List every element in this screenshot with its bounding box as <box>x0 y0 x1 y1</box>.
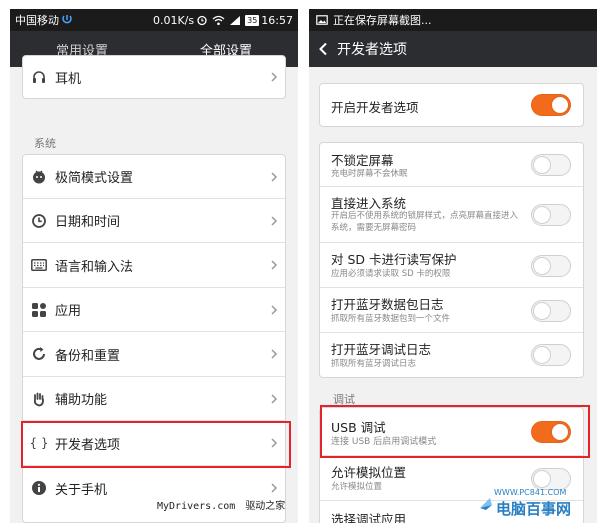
developer-options-header: 开发者选项 <box>309 31 597 67</box>
page-title: 开发者选项 <box>337 42 407 58</box>
settings-item-label: 备份和重置 <box>55 348 121 364</box>
chevron-right-icon <box>263 259 285 271</box>
chevron-right-icon <box>263 71 285 83</box>
setting-title: 不锁定屏幕 <box>331 153 394 168</box>
screenshot-icon <box>316 15 328 25</box>
toggle-mock-location[interactable] <box>531 468 571 490</box>
back-arrow-icon[interactable] <box>309 42 337 56</box>
toggle-knob <box>533 257 551 275</box>
wifi-icon <box>212 15 225 26</box>
toggle-knob <box>533 346 551 364</box>
setting-title: 打开蓝牙调试日志 <box>331 342 432 357</box>
toggle-knob <box>533 156 551 174</box>
settings-item-label: 辅助功能 <box>55 393 108 408</box>
saving-screenshot-text: 正在保存屏幕截图... <box>333 14 432 27</box>
setting-description: 允许模拟位置 <box>331 482 383 492</box>
setting-description: 应用必须请求读取 SD 卡的权限 <box>331 269 451 279</box>
signal-icon <box>61 14 73 26</box>
pc841-logo-icon <box>478 496 494 512</box>
settings-item-label: 应用 <box>55 304 82 319</box>
setting-stay-awake: 不锁定屏幕 充电时屏幕不会休眠 <box>320 143 583 187</box>
apps-icon <box>23 302 55 318</box>
toggle-knob <box>533 206 551 224</box>
settings-item-accessibility[interactable]: 辅助功能 <box>23 377 285 421</box>
status-bar: 正在保存屏幕截图... <box>309 9 597 31</box>
status-bar: 中国移动 0.01K/s 35 16:57 <box>10 9 298 31</box>
toggle-direct-boot[interactable] <box>531 204 571 226</box>
toggle-bluetooth-debug-log[interactable] <box>531 344 571 366</box>
setting-title: 对 SD 卡进行读写保护 <box>331 252 457 267</box>
setting-description: 充电时屏幕不会休眠 <box>331 169 408 179</box>
enable-developer-card: 开启开发者选项 <box>319 83 584 127</box>
cell-signal-icon <box>229 15 241 26</box>
network-speed: 0.01K/s <box>152 13 195 27</box>
settings-item-language-input[interactable]: 语言和输入法 <box>23 243 285 288</box>
toggle-knob <box>551 96 569 114</box>
settings-item-date-time[interactable]: 日期和时间 <box>23 199 285 243</box>
settings-item-simple-mode[interactable]: 极简模式设置 <box>23 155 285 199</box>
setting-direct-boot: 直接进入系统 开启后不使用系统的锁屏样式，点亮屏幕直接进入系统，需要无屏幕密码 <box>320 187 583 243</box>
toggle-enable-developer-options[interactable] <box>531 94 571 116</box>
watermark-mydrivers: MyDrivers.com 驱动之家 <box>157 501 286 512</box>
chevron-right-icon <box>263 393 285 405</box>
setting-description: 抓取所有蓝牙数据包到一个文件 <box>331 314 451 324</box>
alarm-icon <box>196 14 208 26</box>
setting-sd-card-protection: 对 SD 卡进行读写保护 应用必须请求读取 SD 卡的权限 <box>320 243 583 288</box>
setting-title: 打开蓝牙数据包日志 <box>331 297 444 312</box>
toggle-knob <box>533 470 551 488</box>
chevron-right-icon <box>263 304 285 316</box>
headphones-icon <box>23 69 55 85</box>
hand-icon <box>23 391 55 407</box>
setting-title: 允许模拟位置 <box>331 465 407 480</box>
setting-bluetooth-hci-log: 打开蓝牙数据包日志 抓取所有蓝牙数据包到一个文件 <box>320 288 583 333</box>
refresh-icon <box>23 346 55 362</box>
setting-title: 选择调试应用 <box>331 512 407 523</box>
developer-options-card: 不锁定屏幕 充电时屏幕不会休眠 直接进入系统 开启后不使用系统的锁屏样式，点亮屏… <box>319 142 584 378</box>
toggle-stay-awake[interactable] <box>531 154 571 176</box>
headset-card: 耳机 <box>22 55 286 99</box>
setting-bluetooth-debug-log: 打开蓝牙调试日志 抓取所有蓝牙调试日志 <box>320 333 583 377</box>
setting-enable-developer-options: 开启开发者选项 <box>320 84 583 126</box>
settings-item-apps[interactable]: 应用 <box>23 288 285 332</box>
chevron-right-icon <box>263 215 285 227</box>
carrier-label: 中国移动 <box>15 14 59 27</box>
watermark-url: WWW.PC841.COM <box>494 488 567 497</box>
watermark-name: 电脑百事网 <box>496 500 572 518</box>
battery-icon: 35 <box>245 14 260 26</box>
toggle-bluetooth-hci-log[interactable] <box>531 300 571 322</box>
toggle-sd-card-protection[interactable] <box>531 255 571 277</box>
settings-item-backup-reset[interactable]: 备份和重置 <box>23 332 285 377</box>
keyboard-icon <box>23 259 55 271</box>
chevron-right-icon <box>263 171 285 183</box>
setting-description: 开启后不使用系统的锁屏样式，点亮屏幕直接进入系统，需要无屏幕密码 <box>331 211 519 233</box>
settings-item-label: 极简模式设置 <box>55 171 134 186</box>
face-icon <box>23 169 55 185</box>
settings-item-headset[interactable]: 耳机 <box>23 56 285 98</box>
section-label-system: 系统 <box>34 137 56 150</box>
chevron-right-icon <box>263 348 285 360</box>
settings-item-label: 语言和输入法 <box>55 259 134 275</box>
setting-description: 抓取所有蓝牙调试日志 <box>331 359 417 369</box>
settings-item-label: 日期和时间 <box>55 215 121 230</box>
highlight-usb-debugging <box>320 405 590 458</box>
settings-item-label: 关于手机 <box>55 482 108 498</box>
clock-time: 16:57 <box>261 13 293 27</box>
setting-title: 开启开发者选项 <box>331 100 419 115</box>
chevron-right-icon <box>263 482 285 494</box>
settings-item-label: 耳机 <box>55 71 82 87</box>
info-icon <box>23 480 55 496</box>
clock-icon <box>23 213 55 229</box>
highlight-developer-options <box>21 421 291 468</box>
toggle-knob <box>533 302 551 320</box>
